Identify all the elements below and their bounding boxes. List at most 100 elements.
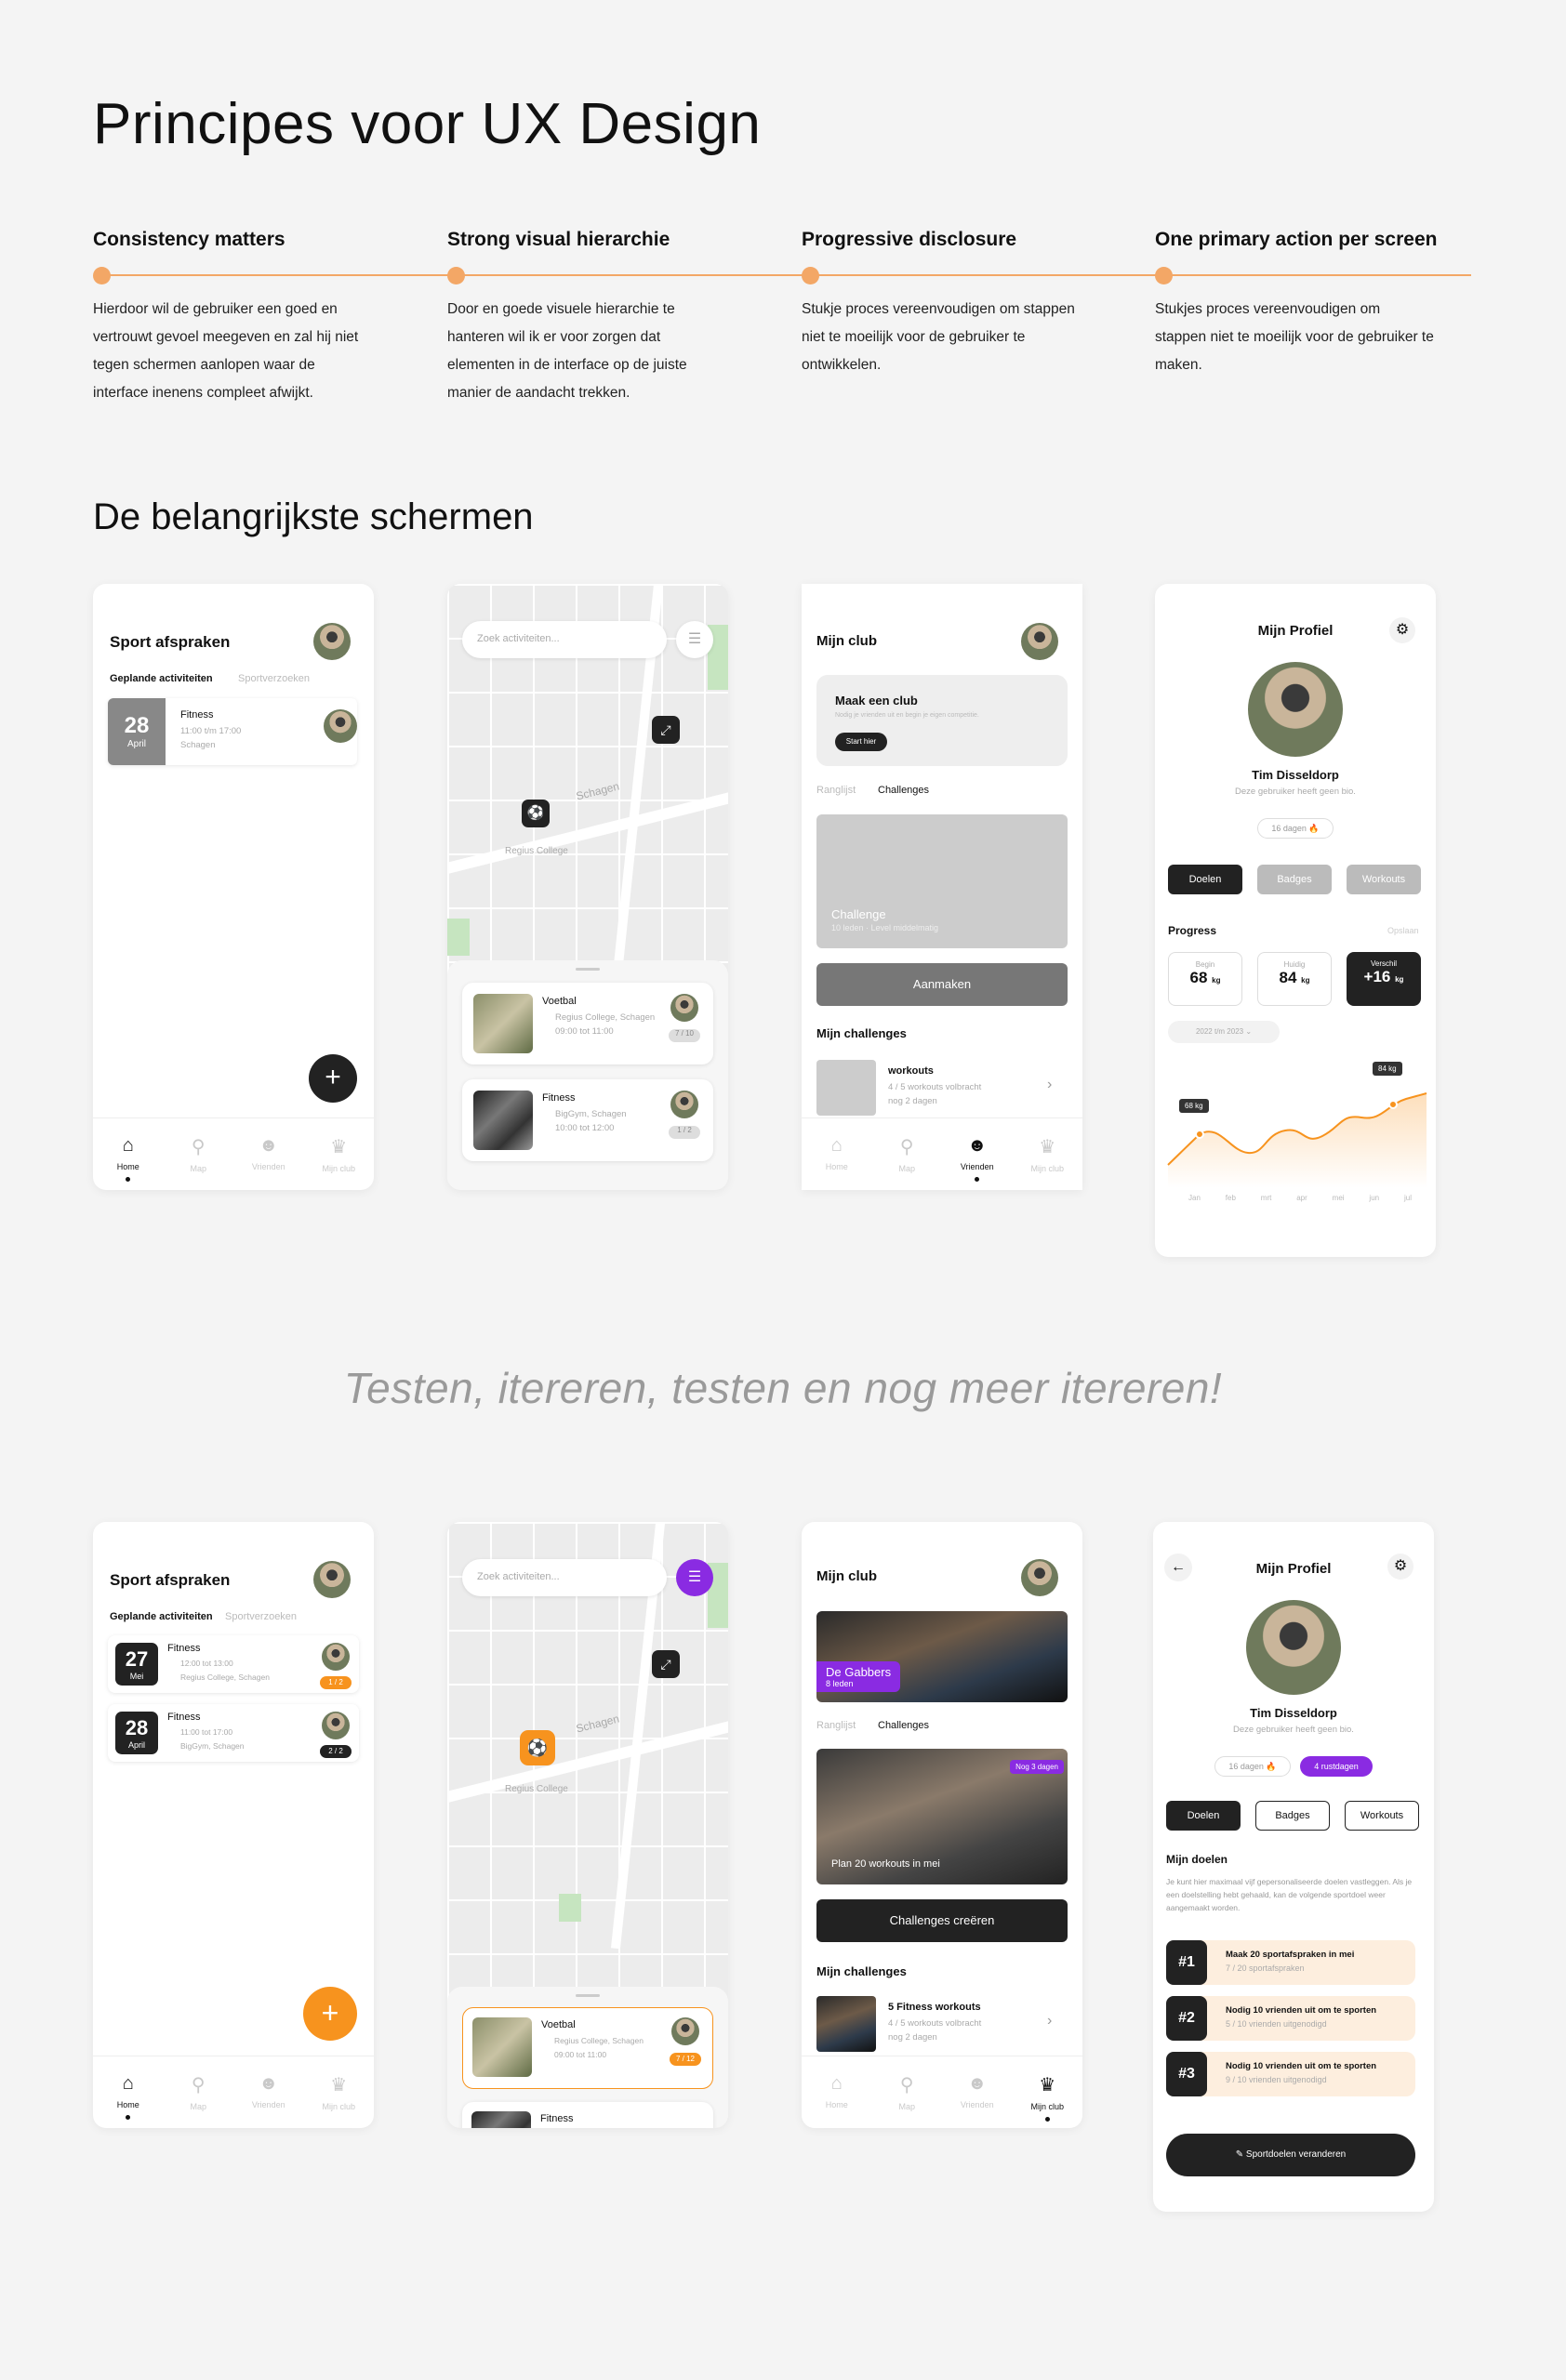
tab-doelen[interactable]: Doelen <box>1166 1801 1241 1831</box>
goal-item[interactable]: #1 Maak 20 sportafspraken in mei 7 / 20 … <box>1166 1940 1415 1985</box>
search-input[interactable]: Zoek activiteiten... <box>462 1559 667 1596</box>
challenge-card[interactable]: Challenge 10 leden · Level middelmatig <box>816 814 1068 948</box>
results-sheet: Voetbal Regius College, Schagen 09:00 to… <box>447 1987 728 2128</box>
avatar[interactable] <box>1021 1559 1058 1596</box>
tab-ranking[interactable]: Ranglijst <box>816 785 856 796</box>
aanmaken-button[interactable]: Aanmaken <box>816 963 1068 1006</box>
chart-point <box>1388 1100 1398 1109</box>
drag-handle[interactable] <box>576 1994 600 1997</box>
change-goals-button[interactable]: ✎ Sportdoelen veranderen <box>1166 2134 1415 2176</box>
nav-friends[interactable]: ☻ Vrienden <box>246 2073 292 2128</box>
ball-marker-icon[interactable]: ⚽ <box>522 800 550 827</box>
nav-club[interactable]: ♛ Mijn club <box>1024 2073 1070 2128</box>
stat-value: 84 <box>1279 969 1297 986</box>
gear-icon[interactable]: ⚙ <box>1387 1554 1413 1580</box>
nav-map[interactable]: ⚲ Map <box>175 2073 221 2128</box>
trophy-icon: ♛ <box>330 1137 348 1157</box>
tab-requests[interactable]: Sportverzoeken <box>225 1611 297 1622</box>
activity-card[interactable]: Fitness BigGym, Schagen 10:00 tot 12:00 … <box>462 1079 713 1161</box>
participants-badge: 7 / 12 <box>670 2053 701 2066</box>
drag-handle[interactable] <box>576 968 600 971</box>
trophy-icon: ♛ <box>330 2075 348 2096</box>
nav-home[interactable]: ⌂ Home <box>814 1135 860 1190</box>
principle-title: Strong visual hierarchie <box>447 229 670 250</box>
tab-workouts[interactable]: Workouts <box>1345 1801 1419 1831</box>
create-challenge-button[interactable]: Challenges creëren <box>816 1899 1068 1942</box>
nav-label: Mijn club <box>322 1164 355 1173</box>
avatar <box>324 709 357 743</box>
goal-item[interactable]: #3 Nodig 10 vrienden uit om te sporten 9… <box>1166 2052 1415 2096</box>
dumbbell-marker-icon[interactable]: ⤢ <box>652 1650 680 1678</box>
avatar[interactable] <box>1021 623 1058 660</box>
dumbbell-marker-icon[interactable]: ⤢ <box>652 716 680 744</box>
nav-club[interactable]: ♛ Mijn club <box>315 1135 362 1190</box>
add-button[interactable]: + <box>309 1054 357 1103</box>
period-select[interactable]: 2022 t/m 2023 ⌄ <box>1168 1021 1280 1043</box>
tab-requests[interactable]: Sportverzoeken <box>238 673 310 684</box>
slogan: Testen, itereren, testen en nog meer ite… <box>343 1364 1223 1412</box>
pin-icon: ⚲ <box>899 1137 914 1157</box>
club-card[interactable]: De Gabbers 8 leden <box>816 1611 1068 1702</box>
activity-location: Regius College, Schagen <box>554 2036 644 2045</box>
trophy-icon: ♛ <box>1039 2075 1056 2096</box>
goal-item[interactable]: #2 Nodig 10 vrienden uit om te sporten 5… <box>1166 1996 1415 2041</box>
tab-planned[interactable]: Geplande activiteiten <box>110 1611 213 1622</box>
activity-card[interactable]: 28 April Fitness 11:00 tot 17:00 BigGym,… <box>108 1704 359 1762</box>
tab-challenges[interactable]: Challenges <box>878 785 929 796</box>
filter-icon[interactable]: ☰ <box>676 1559 713 1596</box>
tab-planned[interactable]: Geplande activiteiten <box>110 673 213 684</box>
goal-progress: 5 / 10 vrienden uitgenodigd <box>1226 2019 1327 2029</box>
activity-card[interactable]: 28 April Fitness 11:00 t/m 17:00 Schagen <box>108 698 357 765</box>
activity-name: Fitness <box>540 2113 574 2124</box>
activity-location: Schagen <box>180 740 216 750</box>
activity-card[interactable]: Voetbal Regius College, Schagen 09:00 to… <box>462 983 713 1064</box>
nav-friends[interactable]: ☻ Vrienden <box>954 2073 1001 2128</box>
user-name: Tim Disseldorp <box>1250 1706 1337 1720</box>
activity-time: 11:00 tot 17:00 <box>180 1727 233 1737</box>
tab-badges[interactable]: Badges <box>1255 1801 1330 1831</box>
chevron-right-icon[interactable]: › <box>1047 2013 1052 2030</box>
filter-button[interactable]: ☰ <box>676 621 713 658</box>
activity-card[interactable]: Voetbal Regius College, Schagen 09:00 to… <box>462 2007 713 2089</box>
stat-unit: kg <box>1301 976 1310 985</box>
activity-card[interactable]: 27 Mei Fitness 12:00 tot 13:00 Regius Co… <box>108 1635 359 1693</box>
nav-club[interactable]: ♛ Mijn club <box>1024 1135 1070 1190</box>
avatar[interactable] <box>313 623 351 660</box>
friends-icon: ☻ <box>967 1135 988 1156</box>
nav-map[interactable]: ⚲ Map <box>175 1135 221 1190</box>
ball-marker-icon[interactable]: ⚽ <box>520 1730 555 1765</box>
nav-label: Map <box>190 1164 206 1173</box>
nav-club[interactable]: ♛ Mijn club <box>315 2073 362 2128</box>
nav-friends[interactable]: ☻ Vrienden <box>954 1135 1001 1190</box>
tab-workouts[interactable]: Workouts <box>1347 865 1421 894</box>
activity-time: 11:00 t/m 17:00 <box>180 726 242 736</box>
chevron-right-icon[interactable]: › <box>1047 1077 1052 1093</box>
add-button[interactable]: + <box>303 1987 357 2041</box>
make-club-title: Maak een club <box>835 694 918 707</box>
place-label: Regius College <box>505 1784 568 1794</box>
nav-friends[interactable]: ☻ Vrienden <box>246 1135 292 1190</box>
screens-heading: De belangrijkste schermen <box>93 496 534 537</box>
tab-doelen[interactable]: Doelen <box>1168 865 1242 894</box>
save-link[interactable]: Opslaan <box>1387 926 1419 935</box>
tab-badges[interactable]: Badges <box>1257 865 1332 894</box>
tab-challenges[interactable]: Challenges <box>878 1720 929 1731</box>
nav-home[interactable]: ⌂ Home <box>105 1135 152 1190</box>
search-input[interactable]: Zoek activiteiten... <box>462 621 667 658</box>
gear-icon[interactable]: ⚙ <box>1389 617 1415 643</box>
challenge-card[interactable]: Nog 3 dagen Plan 20 workouts in mei <box>816 1749 1068 1884</box>
nav-map[interactable]: ⚲ Map <box>883 2073 930 2128</box>
park <box>559 1894 581 1922</box>
tab-ranking[interactable]: Ranglijst <box>816 1720 856 1731</box>
goal-progress: 9 / 10 vrienden uitgenodigd <box>1226 2075 1327 2084</box>
nav-map[interactable]: ⚲ Map <box>883 1135 930 1190</box>
activity-card[interactable]: Fitness <box>462 2102 713 2128</box>
section-title: Mijn challenges <box>816 1026 907 1040</box>
nav-home[interactable]: ⌂ Home <box>105 2073 152 2128</box>
nav-home[interactable]: ⌂ Home <box>814 2073 860 2128</box>
screen-club-v2: Mijn club De Gabbers 8 leden Ranglijst C… <box>802 1522 1082 2128</box>
bottom-nav: ⌂ Home ⚲ Map ☻ Vrienden ♛ Mijn club <box>802 1117 1082 1190</box>
avatar[interactable] <box>313 1561 351 1598</box>
participants-badge: 1 / 2 <box>320 1676 352 1689</box>
start-button[interactable]: Start hier <box>835 733 887 751</box>
